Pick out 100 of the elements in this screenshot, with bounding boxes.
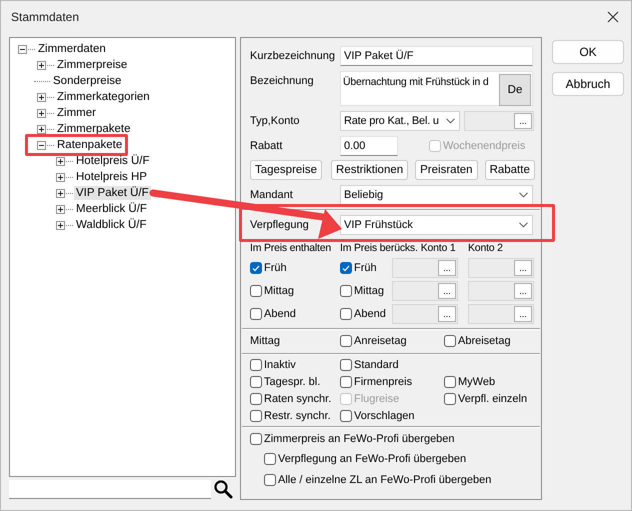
expand-icon[interactable] <box>37 124 46 134</box>
checkbox-label: Restr. synchr. <box>264 410 331 422</box>
checkbox-label: Abreisetag <box>458 335 511 347</box>
checkbox-label: Alle / einzelne ZL an FeWo-Profi übergeben <box>278 474 492 486</box>
checkbox-label: Zimmerpreis an FeWo-Profi übergeben <box>264 432 455 444</box>
checkbox[interactable] <box>250 376 262 388</box>
collapse-icon[interactable] <box>37 140 46 150</box>
expand-icon[interactable] <box>56 156 65 166</box>
checkbox[interactable] <box>340 285 352 297</box>
checkbox[interactable] <box>340 359 352 371</box>
dropdown[interactable]: Rate pro Kat., Bel. u <box>340 111 460 131</box>
checkbox-label: Abend <box>264 308 296 320</box>
field-label: Rabatt <box>250 140 284 152</box>
tree-item[interactable]: Hotelpreis Ü/F <box>74 154 152 168</box>
tree-item[interactable]: Zimmerpreise <box>55 58 130 72</box>
search-field[interactable] <box>9 480 211 498</box>
column-header: Im Preis enthalten <box>250 242 332 254</box>
checkbox[interactable] <box>264 453 276 465</box>
text-area[interactable]: Übernachtung mit Frühstück in d De <box>340 71 533 106</box>
field-label: Mandant <box>250 189 294 201</box>
column-header: Im Preis berücks. <box>340 242 418 254</box>
checkbox[interactable] <box>444 393 456 405</box>
close-icon[interactable] <box>607 10 619 22</box>
checkbox-label: Verpflegung an FeWo-Profi übergeben <box>278 453 466 465</box>
browse-button[interactable]: ... <box>438 283 456 299</box>
action-button[interactable]: Rabatte <box>484 160 535 180</box>
checkbox[interactable] <box>250 285 262 297</box>
action-button[interactable]: Restriktionen <box>331 160 408 180</box>
expand-icon[interactable] <box>37 108 46 118</box>
language-button[interactable]: De <box>499 74 531 106</box>
checkbox-label: Früh <box>264 262 287 274</box>
checkbox[interactable] <box>250 359 262 371</box>
chevron-down-icon <box>519 192 528 198</box>
account-field[interactable]: ... <box>468 258 534 278</box>
browse-button[interactable]: ... <box>514 260 532 276</box>
tree-item[interactable]: Sonderpreise <box>51 74 124 88</box>
checkbox-label: Verpfl. einzeln <box>458 393 528 405</box>
action-button[interactable]: Tagespreise <box>250 160 322 180</box>
dropdown[interactable]: Beliebig <box>340 185 533 205</box>
tree-item[interactable]: Zimmerdaten <box>36 42 108 56</box>
expand-icon[interactable] <box>56 220 65 230</box>
input-field[interactable]: VIP Paket Ü/F <box>340 46 533 66</box>
browse-button[interactable]: ... <box>514 283 532 299</box>
field-label: Bezeichnung <box>250 74 315 87</box>
browse-button[interactable]: ... <box>438 260 456 276</box>
checkbox-label: Mittag <box>264 285 294 297</box>
checkbox[interactable] <box>340 335 352 347</box>
account-field[interactable]: ... <box>392 258 458 278</box>
account-field[interactable]: ... <box>392 304 458 324</box>
tree-item[interactable]: Hotelpreis HP <box>74 170 149 184</box>
tree-item[interactable]: Meerblick Ü/F <box>74 202 149 216</box>
browse-button[interactable]: ... <box>438 306 456 322</box>
account-field[interactable]: ... <box>468 281 534 301</box>
checkbox[interactable] <box>250 432 262 444</box>
expand-icon[interactable] <box>56 188 65 198</box>
checkbox[interactable] <box>340 410 352 422</box>
checkbox-label: Vorschlagen <box>354 410 415 422</box>
input-field[interactable]: 0.00 <box>340 136 398 156</box>
checkbox[interactable] <box>444 376 456 388</box>
field-label: Typ,Konto <box>250 115 301 127</box>
checkbox-label: Standard <box>354 359 399 371</box>
dialog-button[interactable]: OK <box>552 40 624 64</box>
checkbox[interactable] <box>250 393 262 405</box>
tree-item[interactable]: Zimmerpakete <box>55 122 132 136</box>
tree-item[interactable]: Zimmer <box>55 106 98 120</box>
checkbox[interactable] <box>250 262 262 274</box>
field-label: Mittag <box>250 335 281 347</box>
checkbox[interactable] <box>264 474 276 486</box>
checkbox-label: Abend <box>354 308 386 320</box>
dialog-button[interactable]: Abbruch <box>552 72 624 96</box>
checkbox[interactable] <box>250 410 262 422</box>
dropdown[interactable]: VIP Frühstück <box>340 215 533 235</box>
checkbox[interactable] <box>340 376 352 388</box>
browse-button[interactable]: ... <box>514 113 532 129</box>
checkbox[interactable] <box>250 308 262 320</box>
account-field[interactable]: ... <box>464 111 534 131</box>
browse-button[interactable]: ... <box>514 306 532 322</box>
expand-icon[interactable] <box>37 92 46 102</box>
search-icon[interactable] <box>213 479 233 499</box>
field-label: Verpflegung <box>250 219 310 231</box>
field-label: Kurzbezeichnung <box>250 50 336 62</box>
expand-icon[interactable] <box>56 172 65 182</box>
tree-item[interactable]: Ratenpakete <box>55 138 124 152</box>
account-field[interactable]: ... <box>392 281 458 301</box>
checkbox-label: MyWeb <box>458 376 496 388</box>
checkbox-label: Raten synchr. <box>264 393 332 405</box>
checkbox-label: Tagespr. bl. <box>264 376 320 388</box>
checkbox[interactable] <box>444 335 456 347</box>
action-button[interactable]: Preisraten <box>415 160 478 180</box>
checkbox[interactable] <box>340 262 352 274</box>
checkbox-label: Anreisetag <box>354 335 407 347</box>
checkbox[interactable] <box>340 308 352 320</box>
account-field[interactable]: ... <box>468 304 534 324</box>
collapse-icon[interactable] <box>18 44 27 54</box>
window-title: Stammdaten <box>11 10 80 24</box>
expand-icon[interactable] <box>56 204 65 214</box>
tree-item[interactable]: VIP Paket Ü/F <box>74 186 151 200</box>
expand-icon[interactable] <box>37 60 46 70</box>
tree-item[interactable]: Waldblick Ü/F <box>74 218 148 232</box>
tree-item[interactable]: Zimmerkategorien <box>55 90 152 104</box>
